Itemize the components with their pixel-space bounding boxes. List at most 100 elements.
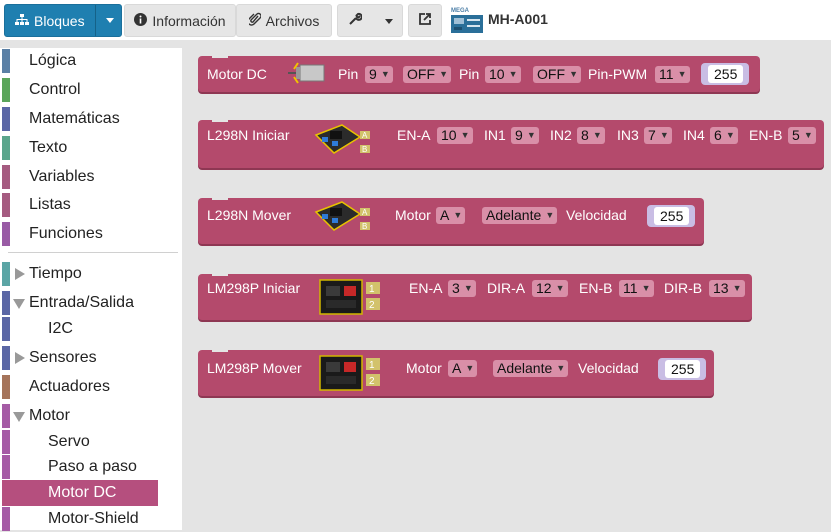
category-sensores[interactable]: Sensores	[2, 345, 158, 371]
category-variables[interactable]: Variables	[2, 164, 158, 190]
l298n-move-block[interactable]: L298N Mover AB Motor A Adelante Velocida…	[198, 196, 704, 244]
in1-label: IN1	[484, 127, 506, 143]
chevron-down-icon[interactable]	[106, 18, 114, 23]
category-color-bar	[2, 136, 10, 160]
state1-dropdown[interactable]: OFF	[403, 66, 451, 83]
enb-label: EN-B	[749, 127, 783, 143]
toolbar: Bloques Información Archivos MEGA MH-A00…	[0, 0, 831, 40]
dc-motor-icon	[288, 62, 325, 84]
category-matematicas[interactable]: Matemáticas	[2, 106, 158, 132]
direction-dropdown[interactable]: Adelante	[493, 360, 569, 377]
block-notch	[212, 272, 228, 276]
in2-dropdown[interactable]: 8	[577, 127, 605, 144]
files-button[interactable]: Archivos	[236, 4, 332, 37]
arduino-board-icon	[451, 15, 483, 33]
category-motor-dc[interactable]: Motor DC	[2, 480, 158, 506]
category-paso-a-paso[interactable]: Paso a paso	[2, 454, 158, 480]
pwm-dropdown[interactable]: 11	[655, 66, 690, 83]
svg-text:B: B	[362, 222, 367, 231]
category-tiempo[interactable]: Tiempo	[2, 261, 158, 287]
category-servo[interactable]: Servo	[2, 429, 158, 455]
block-notch	[212, 54, 228, 58]
sidebar-divider	[8, 252, 178, 253]
category-color-bar	[2, 507, 10, 531]
paperclip-icon	[246, 12, 262, 29]
category-control[interactable]: Control	[2, 77, 158, 103]
category-color-bar	[2, 78, 10, 102]
category-motor[interactable]: Motor	[2, 403, 158, 429]
category-color-bar	[2, 430, 10, 454]
category-label: Motor DC	[48, 484, 117, 501]
motor-dropdown[interactable]: A	[448, 360, 478, 377]
category-entrada-salida[interactable]: Entrada/Salida	[2, 290, 158, 316]
export-button[interactable]	[408, 4, 442, 37]
dirb-dropdown[interactable]: 13	[709, 280, 745, 297]
category-label: I2C	[48, 320, 73, 337]
value-field[interactable]: 255	[708, 65, 744, 83]
motor-label: Motor	[406, 360, 442, 376]
in4-dropdown[interactable]: 6	[710, 127, 738, 144]
board-badge: MEGA	[451, 8, 469, 14]
caret-right-icon[interactable]	[15, 268, 25, 280]
ena-dropdown[interactable]: 10	[437, 127, 473, 144]
category-i2c[interactable]: I2C	[2, 316, 158, 342]
tools-button[interactable]	[337, 4, 403, 37]
category-color-bar	[2, 107, 10, 131]
speed-label: Velocidad	[578, 360, 639, 376]
enb-label: EN-B	[579, 280, 613, 296]
category-color-bar	[2, 193, 10, 217]
category-actuadores[interactable]: Actuadores	[2, 374, 158, 400]
category-motor-shield[interactable]: Motor-Shield	[2, 506, 158, 532]
ena-label: EN-A	[397, 127, 431, 143]
category-color-bar	[2, 165, 10, 189]
caret-right-icon[interactable]	[15, 352, 25, 364]
pin1-dropdown[interactable]: 9	[365, 66, 393, 83]
caret-down-icon[interactable]	[13, 412, 25, 422]
category-texto[interactable]: Texto	[2, 135, 158, 161]
category-label: Entrada/Salida	[29, 294, 134, 311]
direction-dropdown[interactable]: Adelante	[482, 207, 558, 224]
files-label: Archivos	[265, 12, 320, 29]
lm298p-init-block[interactable]: LM298P Iniciar 12 EN-A 3 DIR-A 12 EN-B 1…	[198, 272, 752, 320]
block-notch	[212, 348, 228, 352]
category-label: Tiempo	[29, 265, 82, 282]
in2-label: IN2	[550, 127, 572, 143]
l298n-driver-icon: AB	[314, 201, 370, 231]
blocks-workspace[interactable]: Motor DC Pin 9 OFF Pin 10 OFF Pin-PWM 11…	[182, 48, 831, 530]
in3-dropdown[interactable]: 7	[644, 127, 672, 144]
speed-field[interactable]: 255	[654, 207, 690, 225]
category-funciones[interactable]: Funciones	[2, 221, 158, 247]
value-input: 255	[701, 63, 749, 85]
info-button[interactable]: Información	[124, 4, 236, 37]
category-color-bar	[2, 455, 10, 479]
category-color-bar	[2, 262, 10, 286]
lm298p-move-block[interactable]: LM298P Mover 12 Motor A Adelante Velocid…	[198, 348, 714, 396]
category-color-bar	[2, 291, 10, 315]
ena-dropdown[interactable]: 3	[448, 280, 476, 297]
svg-text:2: 2	[369, 300, 375, 311]
in1-dropdown[interactable]: 9	[511, 127, 539, 144]
enb-dropdown[interactable]: 11	[619, 280, 654, 297]
category-listas[interactable]: Listas	[2, 192, 158, 218]
category-label: Actuadores	[29, 378, 110, 395]
chevron-down-icon[interactable]	[385, 19, 393, 24]
motor-label: Motor	[395, 207, 431, 223]
caret-down-icon[interactable]	[13, 299, 25, 309]
motor-dropdown[interactable]: A	[436, 207, 466, 224]
lm298p-shield-icon: 12	[319, 279, 380, 315]
block-title: LM298P Iniciar	[207, 280, 301, 296]
category-label: Listas	[29, 196, 71, 213]
pin2-dropdown[interactable]: 10	[485, 66, 521, 83]
l298n-init-block[interactable]: L298N Iniciar AB EN-A 10 IN1 9 IN2 8 IN3…	[198, 118, 824, 168]
svg-text:A: A	[362, 131, 368, 140]
l298n-driver-icon: AB	[314, 124, 370, 154]
state2-dropdown[interactable]: OFF	[533, 66, 581, 83]
enb-dropdown[interactable]: 5	[788, 127, 816, 144]
blocks-button[interactable]: Bloques	[4, 4, 122, 37]
speed-field[interactable]: 255	[665, 360, 701, 378]
motor-dc-block[interactable]: Motor DC Pin 9 OFF Pin 10 OFF Pin-PWM 11…	[198, 54, 760, 92]
pin-label: Pin	[459, 66, 480, 82]
svg-text:A: A	[362, 208, 368, 217]
category-logica[interactable]: Lógica	[2, 48, 158, 74]
dira-dropdown[interactable]: 12	[532, 280, 568, 297]
